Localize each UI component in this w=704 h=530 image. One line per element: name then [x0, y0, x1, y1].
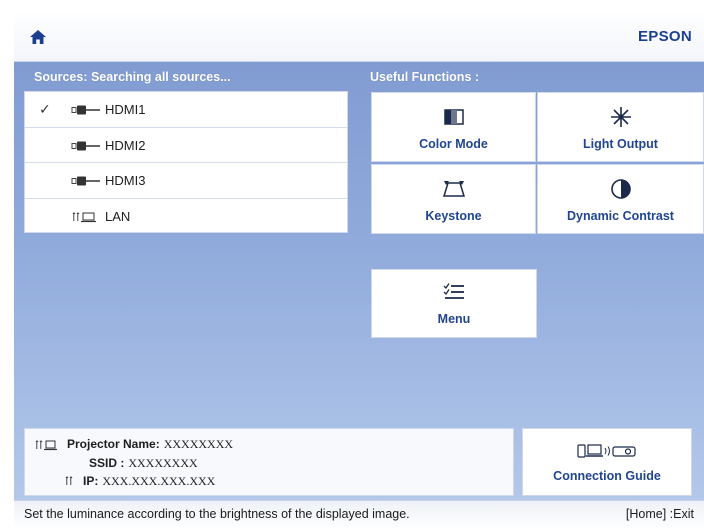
projector-name-label: Projector Name: [67, 437, 160, 451]
keystone-icon [442, 181, 465, 197]
light-output-label: Light Output [583, 137, 658, 151]
source-item-hdmi3[interactable]: HDMI3 [25, 163, 347, 199]
menu-icon [443, 283, 464, 299]
hdmi-icon [71, 141, 100, 150]
source-label: HDMI3 [105, 173, 146, 188]
brand-logo: EPSON [637, 28, 692, 45]
dynamic-contrast-icon [610, 179, 631, 199]
source-list: ✓ HDMI1 HDMI2 HDMI3 LAN [24, 91, 348, 233]
ip-row: IP: XXX.XXX.XXX.XXX [83, 474, 215, 489]
connection-guide-label: Connection Guide [553, 469, 661, 483]
keystone-button[interactable]: Keystone [371, 164, 536, 234]
home-icon[interactable] [30, 30, 46, 44]
source-item-lan[interactable]: LAN [25, 199, 347, 235]
source-label: HDMI2 [105, 137, 146, 153]
projector-home-screen: EPSON Sources: Searching all sources... … [14, 10, 704, 530]
color-mode-label: Color Mode [419, 137, 488, 151]
color-mode-button[interactable]: Color Mode [371, 92, 536, 162]
connection-guide-icon [577, 444, 636, 458]
functions-title: Useful Functions : [370, 70, 480, 84]
color-mode-icon [443, 109, 464, 125]
top-bar: EPSON [14, 10, 704, 62]
projector-info-panel: Projector Name: XXXXXXXX SSID : XXXXXXXX I… [24, 428, 514, 496]
light-output-icon [610, 107, 631, 127]
ip-signal-icon [65, 476, 73, 485]
ssid-value: XXXXXXXX [128, 456, 198, 470]
ssid-row: SSID : XXXXXXXX [89, 456, 198, 471]
status-hint-text: Set the luminance according to the brigh… [24, 507, 410, 521]
source-label: HDMI1 [105, 102, 146, 117]
ip-label: IP: [83, 474, 99, 488]
keystone-label: Keystone [425, 209, 482, 223]
sources-title: Sources: Searching all sources... [34, 70, 231, 84]
selected-check-icon: ✓ [39, 101, 51, 117]
status-bar: Set the luminance according to the brigh… [14, 500, 704, 530]
source-item-hdmi1[interactable]: ✓ HDMI1 [25, 92, 347, 128]
menu-label: Menu [437, 312, 471, 326]
projector-name-row: Projector Name: XXXXXXXX [67, 437, 233, 452]
lan-icon [72, 212, 96, 222]
hdmi-icon [71, 105, 100, 115]
projector-name-value: XXXXXXXX [163, 437, 234, 451]
menu-button[interactable]: Menu [371, 269, 537, 338]
light-output-button[interactable]: Light Output [537, 92, 704, 162]
source-item-hdmi2[interactable]: HDMI2 [25, 128, 347, 163]
ip-value: XXX.XXX.XXX.XXX [102, 474, 216, 488]
dynamic-contrast-button[interactable]: Dynamic Contrast [537, 164, 704, 234]
dynamic-contrast-label: Dynamic Contrast [567, 209, 674, 223]
hdmi-icon [71, 176, 100, 186]
ssid-label: SSID : [89, 456, 125, 470]
network-icon [35, 440, 57, 451]
connection-guide-button[interactable]: Connection Guide [522, 428, 692, 496]
source-label: LAN [105, 208, 131, 224]
useful-functions-grid: Color Mode Light Output Keystone Dynamic… [371, 92, 704, 234]
exit-hint: [Home] :Exit [625, 507, 694, 521]
